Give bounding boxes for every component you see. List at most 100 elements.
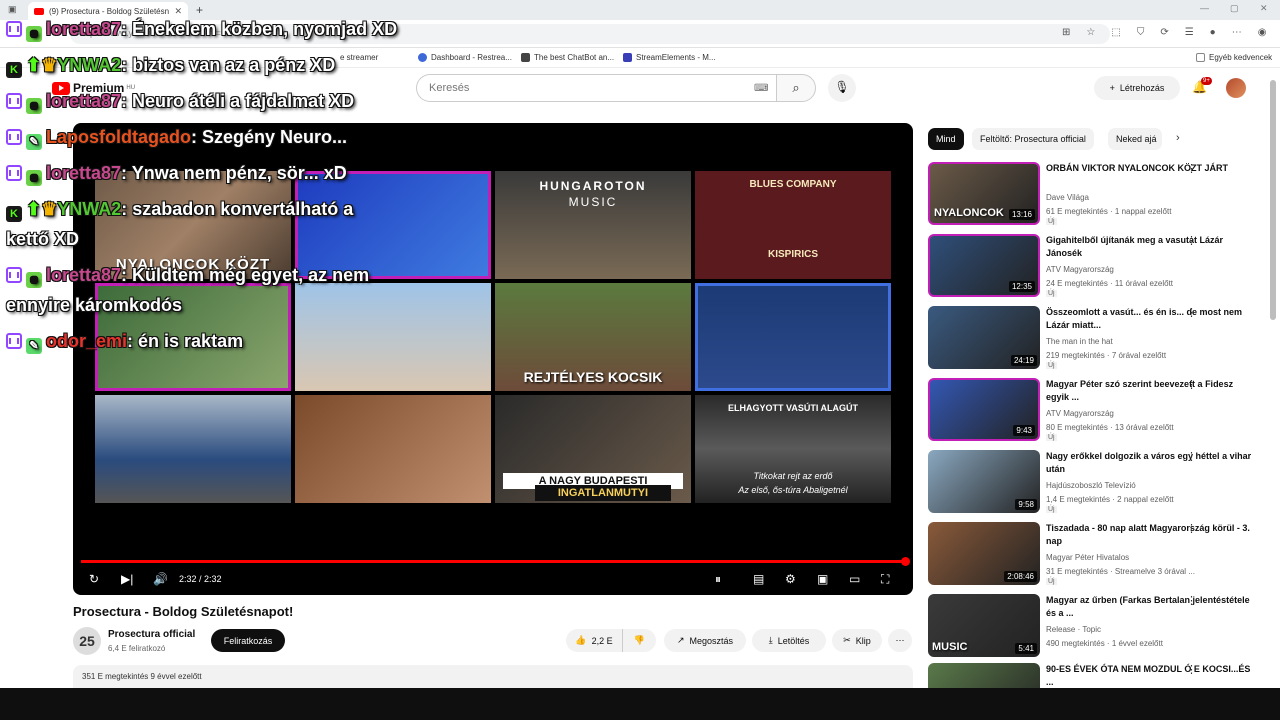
volume-icon[interactable]: 🔊 (153, 572, 168, 586)
search-button[interactable]: ⌕ (776, 74, 816, 102)
browser-tab[interactable]: (9) Prosectura - Boldog Születésn ✕ (28, 2, 188, 20)
channel-name[interactable]: Prosectura official (108, 629, 195, 640)
video-thumbnail[interactable]: 9:43 (928, 378, 1040, 441)
download-button[interactable]: ⤓ Letöltés (752, 629, 826, 652)
app-icon[interactable]: ⊞ (1062, 27, 1070, 38)
youtube-logo[interactable]: Premium HU (52, 81, 135, 95)
next-video-icon[interactable]: ▶| (121, 572, 133, 586)
video-thumbnail[interactable]: MUSIC 5:41 (928, 594, 1040, 657)
video-thumbnail[interactable] (928, 663, 1040, 688)
endscreen-tile-3[interactable]: HUNGAROTON MUSIC (495, 171, 691, 279)
scrollbar[interactable] (1270, 80, 1276, 320)
video-title[interactable]: Gigahitelből újítanák meg a vasutat Lázá… (1046, 234, 1256, 260)
more-icon[interactable]: ⋯ (1232, 27, 1242, 38)
recommendation-item[interactable]: 90-ES ÉVEK ÓTA NEM MOZDUL Ó E KOCSI...ÉS… (928, 663, 1268, 688)
video-title[interactable]: Összeomlott a vasút... és én is... de mo… (1046, 306, 1256, 332)
fullscreen-icon[interactable]: ⛶ (881, 572, 889, 587)
chip-all[interactable]: Mind (928, 128, 964, 150)
account-avatar[interactable] (1226, 78, 1246, 98)
endscreen-tile-4[interactable]: BLUES COMPANY KISPIRICS (695, 171, 891, 279)
recommendation-item[interactable]: NYALONCOK 13:16 ORBÁN VIKTOR NYALONCOK KÖZ… (928, 162, 1268, 226)
bookmark-streamelements[interactable]: StreamElements - M... (623, 53, 716, 62)
bookmark-chatbot[interactable]: The best ChatBot an... (521, 53, 614, 62)
kebab-menu-icon[interactable]: ⋮ (1186, 378, 1197, 391)
video-player[interactable]: NYALONCOK KÖZT HUNGAROTON MUSIC BLUES CO… (73, 123, 913, 595)
video-thumbnail[interactable]: 9:58 (928, 450, 1040, 513)
video-thumbnail[interactable]: 2:08:46 (928, 522, 1040, 585)
endscreen-tile-5[interactable] (95, 283, 291, 391)
sidebar-toggle-icon[interactable]: ▣ (8, 4, 17, 15)
video-title[interactable]: Tiszadada - 80 nap alatt Magyarország kö… (1046, 522, 1256, 548)
subtitles-icon[interactable]: ▤ (753, 572, 764, 586)
extension-icon[interactable]: ⬚ (1111, 27, 1120, 38)
recommendation-item[interactable]: 2:08:46 Tiszadada - 80 nap alatt Magyaror… (928, 522, 1268, 586)
favorites-list-icon[interactable]: ☰ (1185, 27, 1194, 38)
recommendation-item[interactable]: 9:43 Magyar Péter szó szerint beevezett a… (928, 378, 1268, 442)
recommendation-item[interactable]: 9:58 Nagy erőkkel dolgozik a város egy hé… (928, 450, 1268, 514)
recommendation-item[interactable]: MUSIC 5:41 Magyar az űrben (Farkas Bertala… (928, 594, 1268, 658)
endscreen-tile-1[interactable]: NYALONCOK KÖZT (95, 171, 291, 279)
voice-search-button[interactable]: 🎙 (828, 74, 856, 102)
create-button[interactable]: + Létrehozás (1094, 76, 1180, 100)
video-thumbnail[interactable]: 24:19 (928, 306, 1040, 369)
theater-mode-icon[interactable]: ▭ (849, 572, 860, 586)
endscreen-tile-12[interactable]: ELHAGYOTT VASÚTI ALAGÚT Titkokat rejt az… (695, 395, 891, 503)
bookmark-other-favorites[interactable]: Egyéb kedvencek (1196, 53, 1272, 62)
chips-next-icon[interactable]: › (1176, 132, 1180, 144)
kebab-menu-icon[interactable]: ⋮ (1186, 594, 1197, 607)
clip-button[interactable]: ✂ Klip (832, 629, 882, 652)
favorite-star-icon[interactable]: ☆ (1086, 27, 1095, 38)
tab-close-icon[interactable]: ✕ (174, 6, 182, 17)
endscreen-tile-11[interactable]: A NAGY BUDAPESTI INGATLANMUTYI (495, 395, 691, 503)
recommendation-item[interactable]: 24:19 Összeomlott a vasút... és én is... … (928, 306, 1268, 370)
video-thumbnail[interactable]: NYALONCOK 13:16 (928, 162, 1040, 225)
replay-icon[interactable]: ↻ (89, 572, 99, 586)
progress-scrubber[interactable] (901, 557, 910, 566)
search-input[interactable]: Keresés (416, 74, 776, 102)
video-title[interactable]: ORBÁN VIKTOR NYALONCOK KÖZT JÁRT (1046, 162, 1256, 175)
endscreen-tile-10[interactable] (295, 395, 491, 503)
video-title[interactable]: Magyar Péter szó szerint beevezett a Fid… (1046, 378, 1256, 404)
endscreen-tile-6[interactable] (295, 283, 491, 391)
new-tab-icon[interactable]: + (196, 3, 203, 17)
profile-icon[interactable]: ● (1210, 27, 1216, 38)
video-thumbnail[interactable]: 12:35 (928, 234, 1040, 297)
autoplay-toggle-icon[interactable]: ⏸ (715, 572, 721, 587)
shield-icon[interactable]: ⛉ (1137, 27, 1145, 38)
minimize-icon[interactable]: — (1200, 3, 1209, 13)
more-actions-button[interactable]: ⋯ (888, 629, 912, 652)
kebab-menu-icon[interactable]: ⋮ (1186, 450, 1197, 463)
like-button[interactable]: 👍 2,2 E (566, 629, 622, 652)
endscreen-tile-2[interactable] (295, 171, 491, 279)
kebab-menu-icon[interactable]: ⋮ (1186, 306, 1197, 319)
kebab-menu-icon[interactable]: ⋮ (1186, 234, 1197, 247)
kebab-menu-icon[interactable]: ⋮ (1186, 663, 1197, 676)
subscribe-button[interactable]: Feliratkozás (211, 629, 285, 652)
bookmark-restream[interactable]: Dashboard - Restrea... (418, 53, 512, 62)
video-title[interactable]: Nagy erőkkel dolgozik a város egy héttel… (1046, 450, 1256, 476)
refresh-icon[interactable]: ⟳ (1160, 27, 1168, 38)
endscreen-tile-7[interactable]: REJTÉLYES KOCSIK (495, 283, 691, 391)
share-button[interactable]: ↗ Megosztás (664, 629, 746, 652)
url-field[interactable]: https://www.youtube.com/watch?v=... (70, 24, 1110, 44)
endscreen-tile-8[interactable] (695, 283, 891, 391)
endscreen-tile-9[interactable] (95, 395, 291, 503)
recommendation-item[interactable]: 12:35 Gigahitelből újítanák meg a vasutat… (928, 234, 1268, 298)
video-title[interactable]: Magyar az űrben (Farkas Bertalan jelenté… (1046, 594, 1256, 620)
dislike-button[interactable]: 👎 (622, 629, 656, 652)
video-title[interactable]: 90-ES ÉVEK ÓTA NEM MOZDUL Ó E KOCSI...ÉS… (1046, 663, 1256, 688)
kebab-menu-icon[interactable]: ⋮ (1186, 162, 1197, 175)
description-box[interactable]: 351 E megtekintés 9 évvel ezelőtt (73, 665, 913, 688)
settings-gear-icon[interactable]: ⚙ (785, 572, 796, 586)
bookmark-partial[interactable]: e streamer (340, 53, 378, 62)
kebab-menu-icon[interactable]: ⋮ (1186, 522, 1197, 535)
close-window-icon[interactable]: ✕ (1260, 3, 1268, 14)
progress-bar[interactable] (81, 560, 905, 563)
chip-uploader[interactable]: Feltöltő: Prosectura official (972, 128, 1094, 150)
keyboard-icon[interactable]: ⌨ (754, 83, 768, 94)
channel-avatar[interactable]: 25 (73, 627, 101, 655)
chip-recommended[interactable]: Neked ajá (1108, 128, 1162, 150)
maximize-icon[interactable]: ▢ (1230, 3, 1239, 14)
miniplayer-icon[interactable]: ▣ (817, 572, 828, 586)
copilot-icon[interactable]: ◉ (1258, 27, 1267, 38)
